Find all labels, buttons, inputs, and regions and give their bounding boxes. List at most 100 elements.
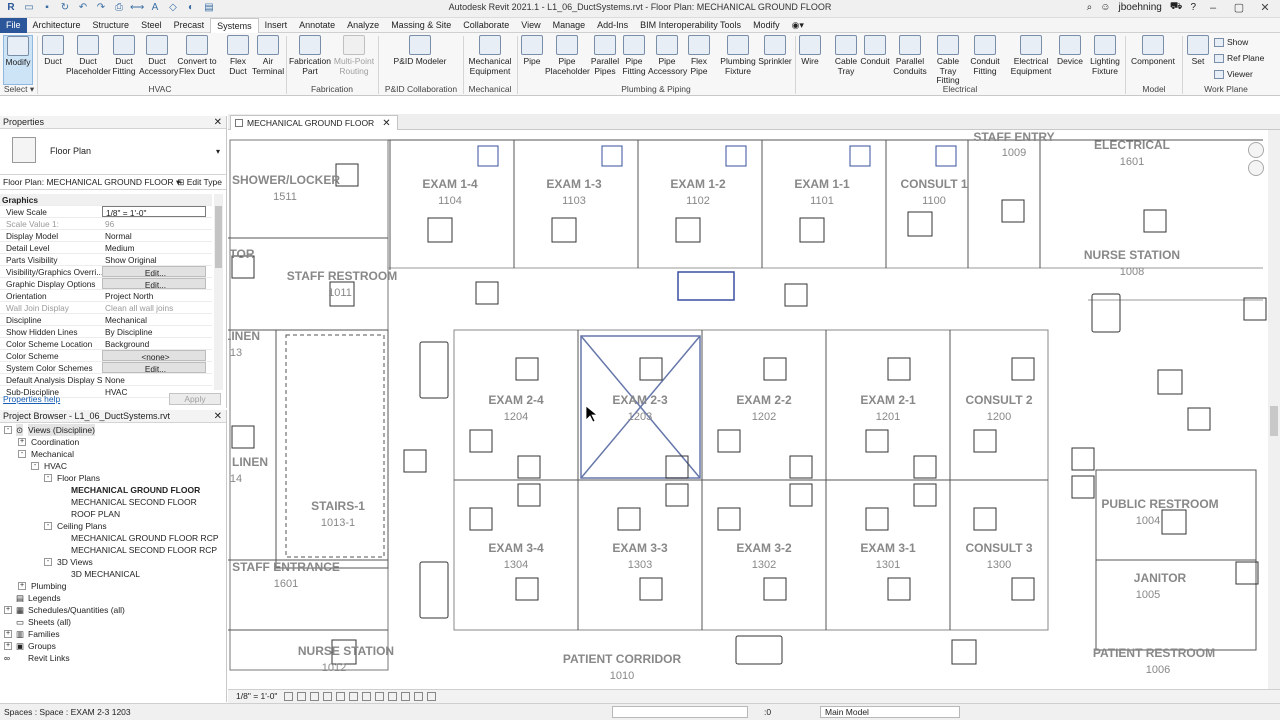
- room-name[interactable]: STAFF ENTRANCE: [232, 560, 340, 574]
- room-number[interactable]: 13: [230, 347, 242, 359]
- properties-scrollbar[interactable]: [214, 194, 223, 390]
- close-icon[interactable]: ✕: [382, 118, 390, 129]
- view-tab-mechanical-ground-floor[interactable]: MECHANICAL GROUND FLOOR ✕: [230, 115, 398, 130]
- room-name[interactable]: EXAM 2-4: [488, 393, 544, 407]
- room-number[interactable]: 1102: [686, 195, 710, 207]
- view-scale-control[interactable]: 1/8" = 1'-0": [236, 690, 277, 703]
- room-number[interactable]: 1201: [876, 411, 900, 423]
- tab-options-dropdown[interactable]: ◉▾: [786, 18, 810, 33]
- collapse-icon[interactable]: -: [18, 450, 26, 458]
- plumbing-panel-label[interactable]: Plumbing & Piping: [520, 84, 792, 94]
- component-button[interactable]: Component: [1128, 35, 1178, 67]
- steering-wheel-icon[interactable]: [1248, 142, 1264, 158]
- duct-placeholder-button[interactable]: Duct Placeholder: [66, 35, 111, 76]
- tree-node-mechanical-second-floor[interactable]: MECHANICAL SECOND FLOOR: [0, 496, 227, 508]
- mechanical-panel-label[interactable]: Mechanical: [464, 84, 516, 94]
- zoom-icon[interactable]: [1248, 160, 1264, 176]
- selected-space[interactable]: [580, 335, 701, 479]
- binoculars-icon[interactable]: ⌕: [1087, 2, 1093, 13]
- room-number[interactable]: 1006: [1146, 664, 1170, 676]
- tab-bim-interoperability[interactable]: BIM Interoperability Tools: [634, 18, 747, 33]
- expand-icon[interactable]: +: [4, 606, 12, 614]
- maximize-button[interactable]: ▢: [1230, 1, 1248, 14]
- parallel-pipes-button[interactable]: Parallel Pipes: [590, 35, 620, 76]
- chevron-down-icon[interactable]: ▾: [216, 147, 220, 156]
- tree-node-families[interactable]: + ▥ Families: [0, 628, 227, 640]
- edit-button[interactable]: Edit...: [102, 362, 206, 373]
- room-number[interactable]: 1104: [438, 195, 462, 207]
- temporary-hide-icon[interactable]: [375, 692, 384, 701]
- tab-massing-site[interactable]: Massing & Site: [385, 18, 457, 33]
- tree-node-hvac[interactable]: - HVAC: [0, 460, 227, 472]
- room-number[interactable]: 1004: [1136, 515, 1160, 527]
- duct-equipment[interactable]: [419, 271, 1121, 665]
- room-name[interactable]: EXAM 1-2: [670, 177, 726, 191]
- viewer-button[interactable]: Viewer: [1214, 69, 1253, 80]
- group-header[interactable]: Graphics: [0, 194, 212, 206]
- tree-node-groups[interactable]: + ▣ Groups: [0, 640, 227, 652]
- type-selector[interactable]: Floor Plan ▾: [0, 129, 226, 175]
- drawing-canvas[interactable]: SHOWER/LOCKER 1511 EXAM 1-4 1104 EXAM 1-…: [228, 130, 1268, 689]
- expand-icon[interactable]: +: [18, 582, 26, 590]
- room-name[interactable]: EXAM 3-3: [612, 541, 668, 555]
- shadows-icon[interactable]: [323, 692, 332, 701]
- room-name[interactable]: EXAM 3-2: [736, 541, 792, 555]
- tree-node-mechanical-ground-floor[interactable]: MECHANICAL GROUND FLOOR: [0, 484, 227, 496]
- lighting-fixture-button[interactable]: Lighting Fixture: [1088, 35, 1122, 76]
- properties-help-link[interactable]: Properties help: [3, 394, 60, 404]
- tree-node-3d-mechanical[interactable]: 3D MECHANICAL: [0, 568, 227, 580]
- room-name[interactable]: STAFF ENTRY: [973, 130, 1054, 144]
- room-number[interactable]: 1203: [628, 411, 652, 423]
- multi-point-routing-button[interactable]: Multi-Point Routing: [332, 35, 376, 76]
- room-name[interactable]: EXAM 1-3: [546, 177, 602, 191]
- collapse-icon[interactable]: -: [44, 474, 52, 482]
- pipe-fitting-button[interactable]: Pipe Fitting: [620, 35, 648, 76]
- tab-precast[interactable]: Precast: [168, 18, 211, 33]
- fabrication-panel-label[interactable]: Fabrication: [288, 84, 376, 94]
- ref-plane-button[interactable]: Ref Plane: [1214, 53, 1264, 64]
- tab-modify[interactable]: Modify: [747, 18, 786, 33]
- help-icon[interactable]: ?: [1190, 2, 1196, 13]
- room-name[interactable]: EXAM 1-1: [794, 177, 850, 191]
- workset-selector[interactable]: [612, 706, 748, 718]
- flex-duct-button[interactable]: Flex Duct: [226, 35, 250, 76]
- room-number[interactable]: 1008: [1120, 266, 1144, 278]
- scroll-thumb[interactable]: [215, 206, 222, 268]
- pid-panel-label[interactable]: P&ID Collaboration: [380, 84, 462, 94]
- tree-node-floor-plans[interactable]: - Floor Plans: [0, 472, 227, 484]
- room-name[interactable]: TOR: [229, 247, 254, 261]
- tree-node-plumbing[interactable]: + Plumbing: [0, 580, 227, 592]
- property-value[interactable]: By Discipline: [102, 326, 212, 337]
- tree-node-sheets[interactable]: ▭ Sheets (all): [0, 616, 227, 628]
- sun-path-icon[interactable]: [310, 692, 319, 701]
- expand-icon[interactable]: +: [4, 642, 12, 650]
- tree-node-ground-floor-rcp[interactable]: MECHANICAL GROUND FLOOR RCP: [0, 532, 227, 544]
- conduit-fitting-button[interactable]: Conduit Fitting: [968, 35, 1002, 76]
- tree-node-second-floor-rcp[interactable]: MECHANICAL SECOND FLOOR RCP: [0, 544, 227, 556]
- room-name[interactable]: EXAM 1-4: [422, 177, 478, 191]
- tab-analyze[interactable]: Analyze: [341, 18, 385, 33]
- tree-node-3d-views[interactable]: -3D Views: [0, 556, 227, 568]
- model-panel-label[interactable]: Model: [1128, 84, 1180, 94]
- conduit-button[interactable]: Conduit: [860, 35, 890, 67]
- collapse-icon[interactable]: -: [4, 426, 12, 434]
- electrical-panel-label[interactable]: Electrical: [798, 84, 1122, 94]
- cable-tray-fitting-button[interactable]: Cable Tray Fitting: [928, 35, 968, 86]
- tab-insert[interactable]: Insert: [259, 18, 294, 33]
- room-number[interactable]: 1101: [810, 195, 834, 207]
- tab-architecture[interactable]: Architecture: [27, 18, 87, 33]
- parallel-conduits-button[interactable]: Parallel Conduits: [892, 35, 928, 76]
- visual-style-icon[interactable]: [297, 692, 306, 701]
- plumbing-fixture-button[interactable]: Plumbing Fixture: [720, 35, 756, 76]
- property-value[interactable]: Show Original: [102, 254, 212, 265]
- room-name[interactable]: LINEN: [232, 455, 268, 469]
- worksharing-display-icon[interactable]: [401, 692, 410, 701]
- electrical-equipment-button[interactable]: Electrical Equipment: [1008, 35, 1054, 76]
- close-icon[interactable]: ✕: [214, 410, 222, 423]
- close-button[interactable]: ✕: [1256, 1, 1274, 14]
- tab-steel[interactable]: Steel: [135, 18, 168, 33]
- room-number[interactable]: 1300: [987, 559, 1011, 571]
- tree-node-ceiling-plans[interactable]: - Ceiling Plans: [0, 520, 227, 532]
- color-scheme-button[interactable]: <none>: [102, 350, 206, 361]
- room-number[interactable]: 1204: [504, 411, 528, 423]
